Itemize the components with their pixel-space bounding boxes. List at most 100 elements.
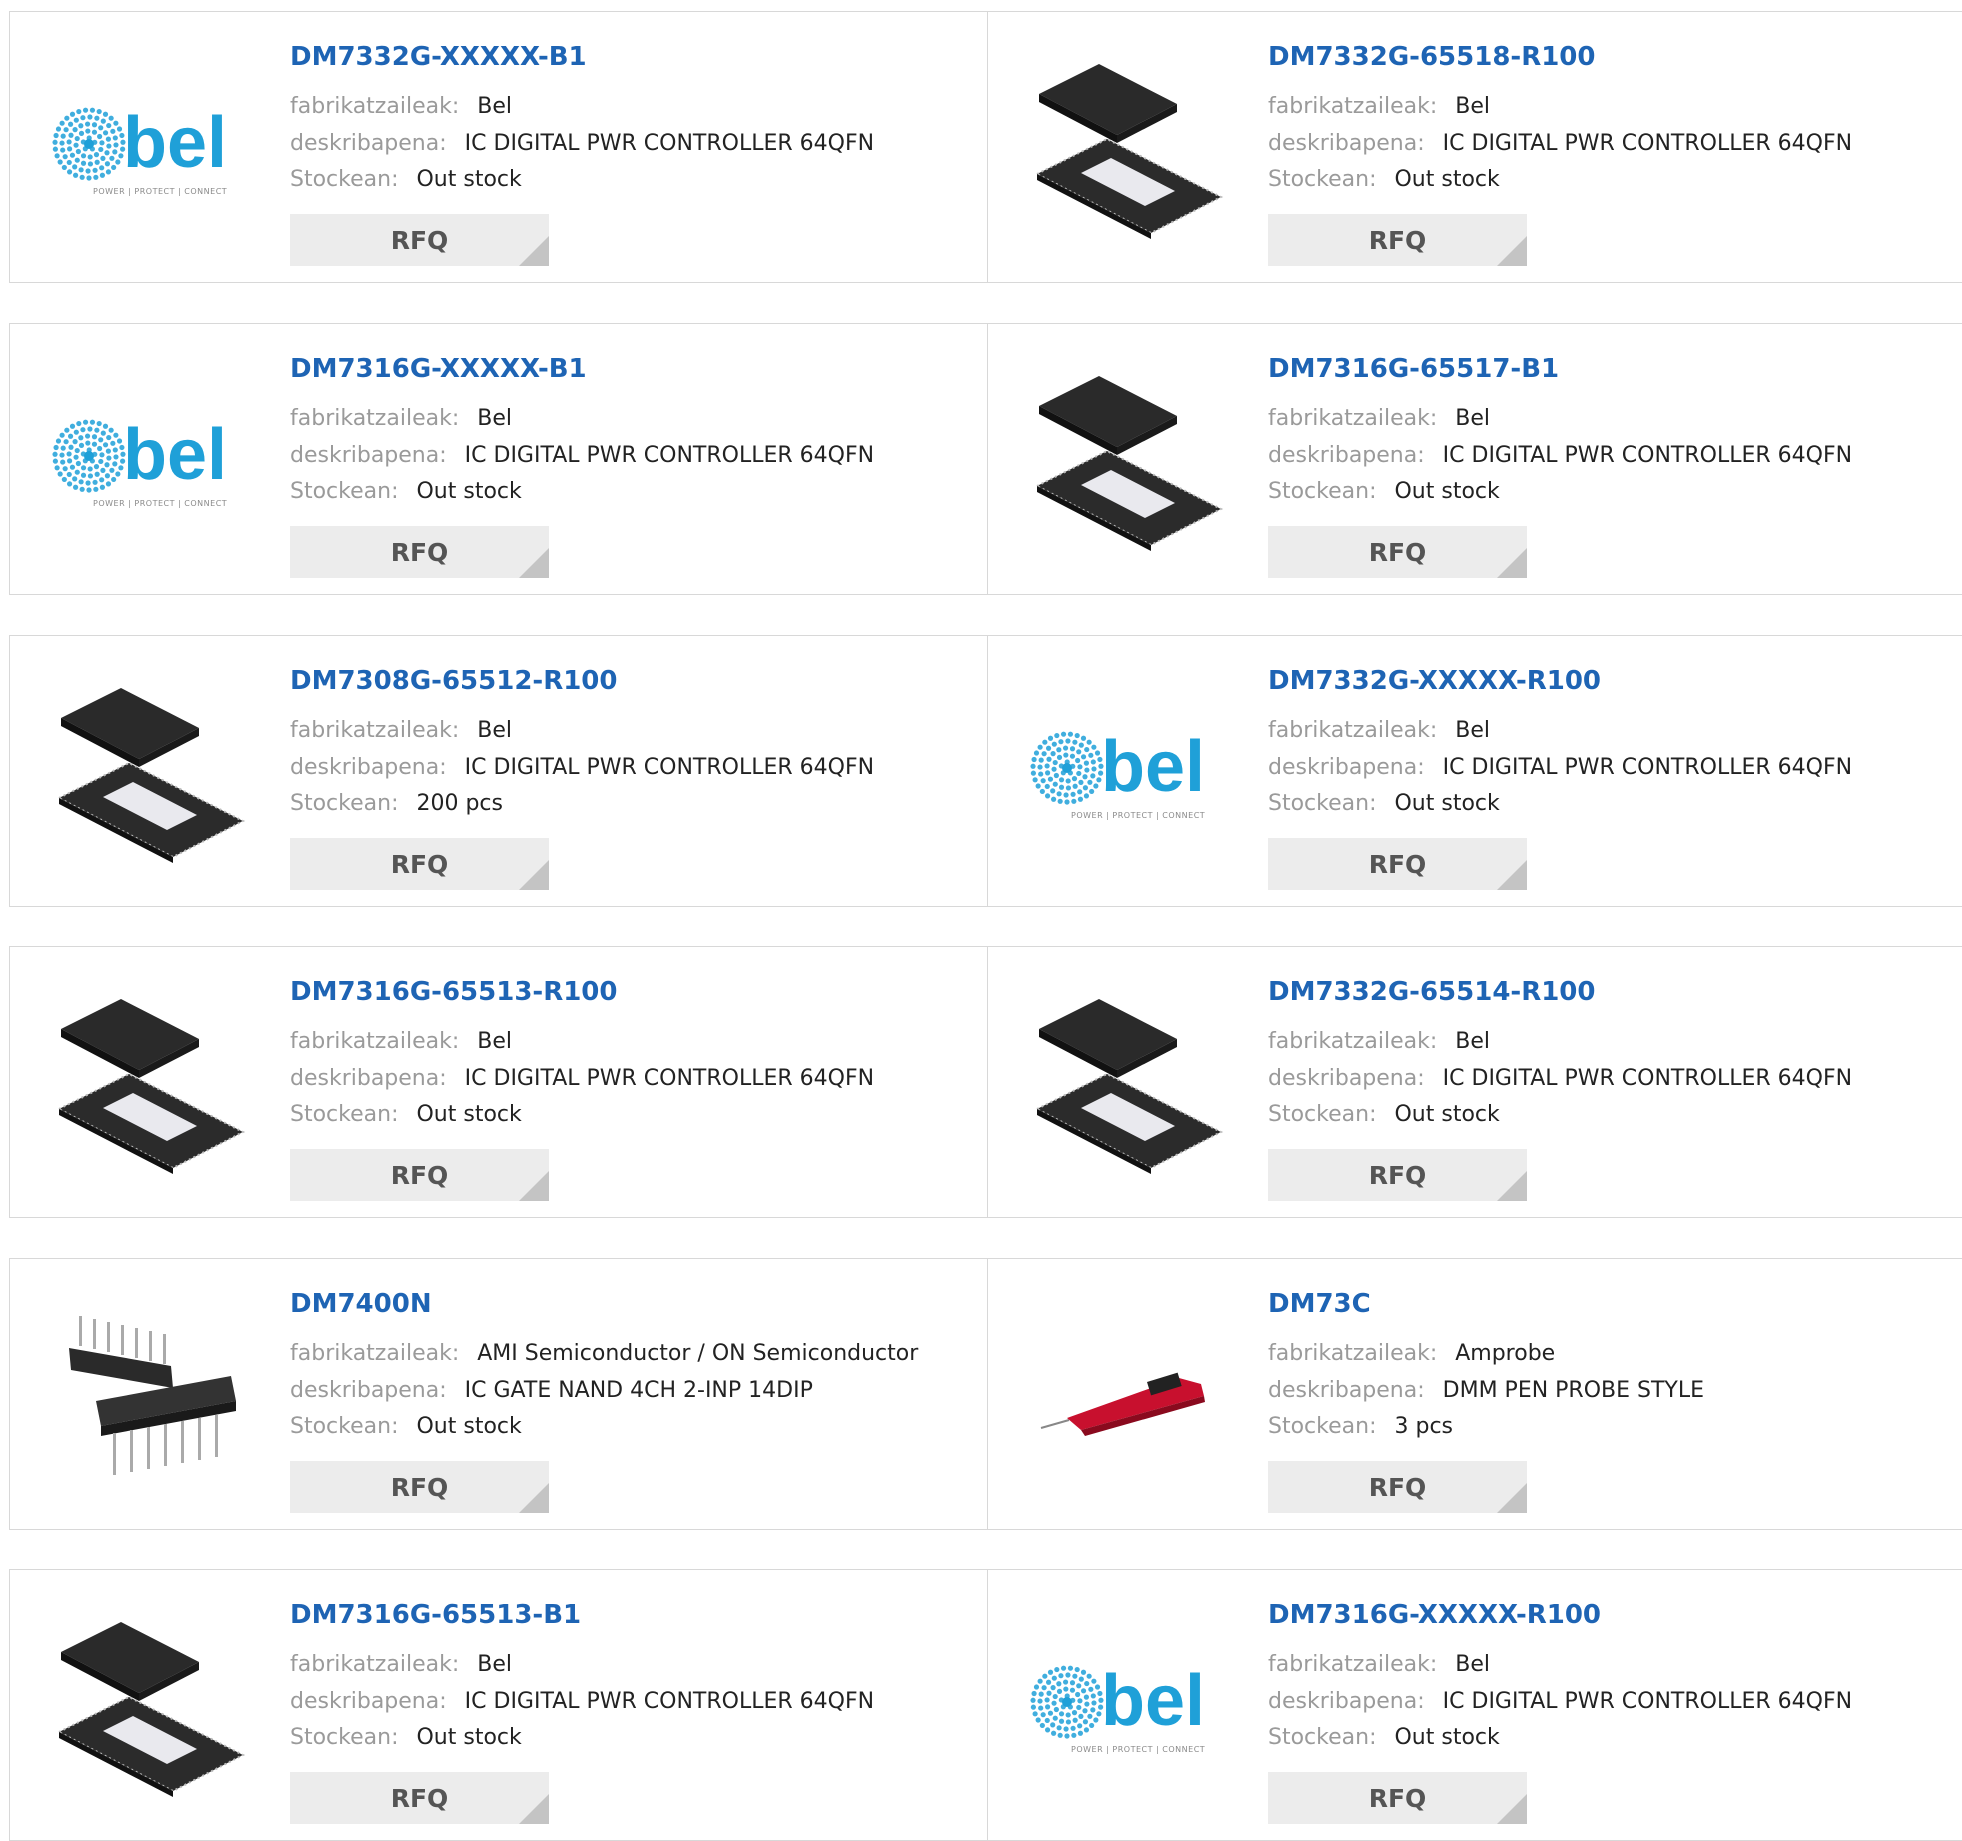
- manufacturer-row: fabrikatzaileak: AMI Semiconductor / ON S…: [290, 1341, 918, 1366]
- qfn-chip-image[interactable]: [1029, 984, 1229, 1184]
- qfn-chip-image[interactable]: [1029, 361, 1229, 561]
- qfn-chip-image[interactable]: [1029, 49, 1229, 249]
- qfn-chip-image[interactable]: [51, 673, 251, 873]
- stock-value: 200 pcs: [416, 791, 503, 816]
- product-card: DM73C fabrikatzaileak: Amprobe deskribapena…: [987, 1258, 1962, 1530]
- bel-logo-image[interactable]: bel POWER | PROTECT | CONNECT: [51, 361, 251, 561]
- corner-triangle-icon: [1497, 236, 1527, 266]
- stock-value: Out stock: [1394, 167, 1500, 192]
- manufacturer-value: Bel: [1455, 406, 1490, 431]
- corner-triangle-icon: [1497, 1794, 1527, 1824]
- bel-logo-image[interactable]: bel POWER | PROTECT | CONNECT: [1029, 673, 1229, 873]
- part-number-link[interactable]: DM7316G-65517-B1: [1268, 354, 1559, 384]
- rfq-button[interactable]: RFQ: [290, 214, 549, 266]
- description-value: IC GATE NAND 4CH 2-INP 14DIP: [464, 1378, 813, 1403]
- description-row: deskribapena: IC DIGITAL PWR CONTROLLER 6…: [290, 131, 874, 156]
- description-value: DMM PEN PROBE STYLE: [1442, 1378, 1705, 1403]
- svg-text:bel: bel: [123, 415, 227, 495]
- product-card: DM7332G-65518-R100 fabrikatzaileak: Bel des…: [987, 11, 1962, 283]
- product-card: DM7332G-65514-R100 fabrikatzaileak: Bel des…: [987, 946, 1962, 1218]
- rfq-label: RFQ: [390, 1160, 449, 1190]
- description-label: deskribapena:: [290, 131, 447, 156]
- part-number-link[interactable]: DM7400N: [290, 1289, 432, 1319]
- stock-label: Stockean:: [290, 479, 399, 504]
- rfq-button[interactable]: RFQ: [1268, 1772, 1527, 1824]
- rfq-button[interactable]: RFQ: [290, 1461, 549, 1513]
- rfq-button[interactable]: RFQ: [290, 1772, 549, 1824]
- description-value: IC DIGITAL PWR CONTROLLER 64QFN: [1442, 1066, 1853, 1091]
- part-number-link[interactable]: DM7332G-65514-R100: [1268, 977, 1596, 1007]
- svg-text:POWER | PROTECT | CONNECT: POWER | PROTECT | CONNECT: [1071, 811, 1205, 820]
- description-label: deskribapena:: [1268, 1378, 1425, 1403]
- rfq-button[interactable]: RFQ: [290, 1149, 549, 1201]
- manufacturer-label: fabrikatzaileak:: [1268, 718, 1438, 743]
- manufacturer-label: fabrikatzaileak:: [1268, 1029, 1438, 1054]
- pen-multimeter-image[interactable]: [1029, 1296, 1229, 1496]
- stock-value: Out stock: [1394, 1725, 1500, 1750]
- rfq-button[interactable]: RFQ: [1268, 526, 1527, 578]
- description-label: deskribapena:: [290, 443, 447, 468]
- description-row: deskribapena: IC DIGITAL PWR CONTROLLER 6…: [290, 1066, 874, 1091]
- part-number-link[interactable]: DM7332G-XXXXX-R100: [1268, 666, 1601, 696]
- rfq-button[interactable]: RFQ: [1268, 214, 1527, 266]
- manufacturer-label: fabrikatzaileak:: [1268, 406, 1438, 431]
- manufacturer-row: fabrikatzaileak: Bel: [290, 406, 512, 431]
- description-value: IC DIGITAL PWR CONTROLLER 64QFN: [1442, 131, 1853, 156]
- rfq-button[interactable]: RFQ: [290, 838, 549, 890]
- stock-value: Out stock: [416, 1102, 522, 1127]
- svg-text:POWER | PROTECT | CONNECT: POWER | PROTECT | CONNECT: [1071, 1745, 1205, 1754]
- manufacturer-value: Bel: [1455, 1029, 1490, 1054]
- rfq-label: RFQ: [1368, 1472, 1427, 1502]
- part-number-link[interactable]: DM7316G-65513-B1: [290, 1600, 581, 1630]
- rfq-button[interactable]: RFQ: [290, 526, 549, 578]
- product-row: DM7316G-65513-B1 fabrikatzaileak: Bel deskr…: [9, 1569, 1962, 1841]
- part-number-link[interactable]: DM73C: [1268, 1289, 1371, 1319]
- corner-triangle-icon: [519, 548, 549, 578]
- rfq-button[interactable]: RFQ: [1268, 1461, 1527, 1513]
- description-value: IC DIGITAL PWR CONTROLLER 64QFN: [464, 1689, 875, 1714]
- part-number-link[interactable]: DM7332G-65518-R100: [1268, 42, 1596, 72]
- part-number-link[interactable]: DM7332G-XXXXX-B1: [290, 42, 587, 72]
- manufacturer-row: fabrikatzaileak: Bel: [1268, 406, 1490, 431]
- description-row: deskribapena: IC DIGITAL PWR CONTROLLER 6…: [1268, 443, 1852, 468]
- description-row: deskribapena: IC DIGITAL PWR CONTROLLER 6…: [1268, 755, 1852, 780]
- stock-row: Stockean: Out stock: [290, 1725, 522, 1750]
- svg-text:bel: bel: [1101, 1661, 1205, 1741]
- manufacturer-row: fabrikatzaileak: Bel: [290, 1029, 512, 1054]
- stock-row: Stockean: Out stock: [1268, 1725, 1500, 1750]
- product-row: DM7316G-65513-R100 fabrikatzaileak: Bel des…: [9, 946, 1962, 1218]
- part-number-link[interactable]: DM7308G-65512-R100: [290, 666, 618, 696]
- stock-label: Stockean:: [290, 167, 399, 192]
- stock-label: Stockean:: [1268, 167, 1377, 192]
- description-value: IC DIGITAL PWR CONTROLLER 64QFN: [464, 1066, 875, 1091]
- description-value: IC DIGITAL PWR CONTROLLER 64QFN: [464, 443, 875, 468]
- rfq-label: RFQ: [390, 1783, 449, 1813]
- part-number-link[interactable]: DM7316G-XXXXX-B1: [290, 354, 587, 384]
- product-card: bel POWER | PROTECT | CONNECT DM7316G-XXXX…: [987, 1569, 1962, 1841]
- bel-logo-image[interactable]: bel POWER | PROTECT | CONNECT: [51, 49, 251, 249]
- qfn-chip-image[interactable]: [51, 984, 251, 1184]
- part-number-link[interactable]: DM7316G-65513-R100: [290, 977, 618, 1007]
- corner-triangle-icon: [1497, 1171, 1527, 1201]
- part-number-link[interactable]: DM7316G-XXXXX-R100: [1268, 1600, 1601, 1630]
- description-label: deskribapena:: [290, 1689, 447, 1714]
- product-card: bel POWER | PROTECT | CONNECT DM7332G-XXXX…: [987, 635, 1962, 907]
- stock-row: Stockean: Out stock: [1268, 791, 1500, 816]
- manufacturer-value: Bel: [477, 718, 512, 743]
- manufacturer-row: fabrikatzaileak: Bel: [1268, 1652, 1490, 1677]
- manufacturer-row: fabrikatzaileak: Bel: [290, 1652, 512, 1677]
- manufacturer-label: fabrikatzaileak:: [1268, 1652, 1438, 1677]
- manufacturer-value: Bel: [1455, 1652, 1490, 1677]
- stock-value: Out stock: [416, 479, 522, 504]
- dip-chip-image[interactable]: [51, 1296, 251, 1496]
- rfq-button[interactable]: RFQ: [1268, 838, 1527, 890]
- rfq-button[interactable]: RFQ: [1268, 1149, 1527, 1201]
- corner-triangle-icon: [519, 236, 549, 266]
- bel-logo-image[interactable]: bel POWER | PROTECT | CONNECT: [1029, 1607, 1229, 1807]
- manufacturer-value: Bel: [1455, 718, 1490, 743]
- description-value: IC DIGITAL PWR CONTROLLER 64QFN: [1442, 1689, 1853, 1714]
- manufacturer-row: fabrikatzaileak: Bel: [290, 718, 512, 743]
- product-card: DM7316G-65513-R100 fabrikatzaileak: Bel des…: [9, 946, 988, 1218]
- qfn-chip-image[interactable]: [51, 1607, 251, 1807]
- manufacturer-row: fabrikatzaileak: Bel: [1268, 1029, 1490, 1054]
